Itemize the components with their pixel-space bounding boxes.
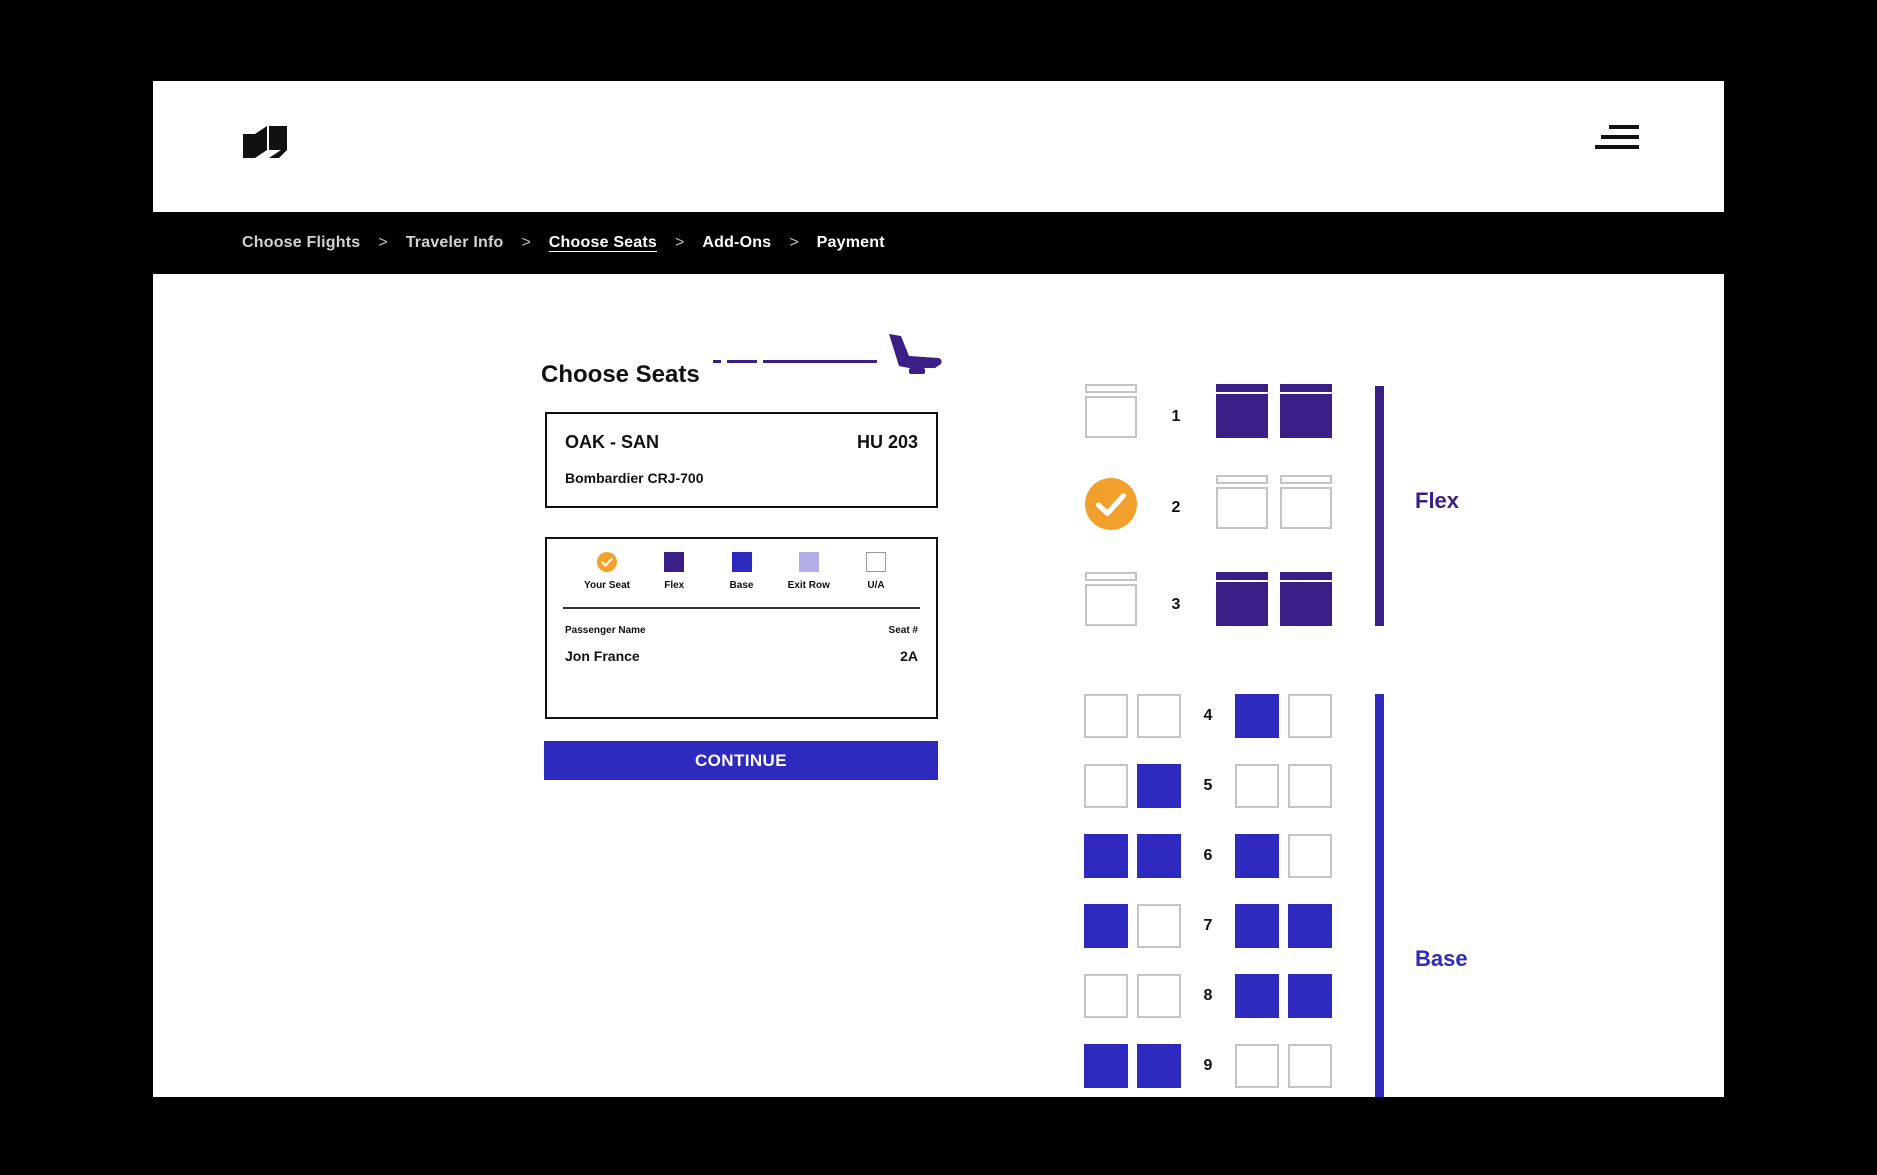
flight-route: OAK - SAN xyxy=(565,432,659,452)
seat-1-1-unavailable xyxy=(1085,384,1137,438)
seat-2-2-unavailable xyxy=(1216,475,1268,529)
legend-item-u-a: U/A xyxy=(846,551,906,607)
breadcrumb-choose-seats[interactable]: Choose Seats xyxy=(549,234,657,252)
seat-6-4-unavailable xyxy=(1288,834,1332,878)
seat-legend-card: Your Seat Flex Base Exit Row U/A Passenger N… xyxy=(545,537,938,719)
check-circle-icon xyxy=(597,552,617,572)
seat-7-4-base[interactable] xyxy=(1288,904,1332,948)
legend-item-exit-row: Exit Row xyxy=(779,551,839,607)
legend-label: Exit Row xyxy=(787,580,830,591)
seat-2-1-selected[interactable] xyxy=(1085,478,1137,530)
legend-item-your-seat: Your Seat xyxy=(577,551,637,607)
flex-section-bar xyxy=(1375,386,1384,626)
legend-label: Flex xyxy=(664,580,685,591)
seat-5-2-base[interactable] xyxy=(1137,764,1181,808)
legend-swatch-u-a xyxy=(866,552,886,572)
legend-label: Your Seat xyxy=(584,580,630,591)
flex-section-label: Flex xyxy=(1415,488,1460,513)
seat-5-4-unavailable xyxy=(1288,764,1332,808)
seat-3-3-flex[interactable] xyxy=(1280,572,1332,626)
seat-8-4-base[interactable] xyxy=(1288,974,1332,1018)
row-number-8: 8 xyxy=(1203,987,1213,1004)
seat-legend: Your Seat Flex Base Exit Row U/A xyxy=(563,551,920,609)
seat-8-1-unavailable xyxy=(1084,974,1128,1018)
row-number-9: 9 xyxy=(1203,1057,1213,1074)
seat-3-2-flex[interactable] xyxy=(1216,572,1268,626)
breadcrumb-separator: > xyxy=(378,234,388,251)
seat-4-4-unavailable xyxy=(1288,694,1332,738)
legend-swatch-base xyxy=(731,552,752,572)
row-number-1: 1 xyxy=(1171,408,1181,425)
seat-8-2-unavailable xyxy=(1137,974,1181,1018)
legend-item-base: Base xyxy=(712,551,772,607)
seat-9-2-base[interactable] xyxy=(1137,1044,1181,1088)
seat-7-1-base[interactable] xyxy=(1084,904,1128,948)
passenger-table-header: Passenger Name Seat # xyxy=(565,625,918,636)
main-content: Choose Seats OAK - SAN HU 203 Bombardier… xyxy=(153,274,1724,1097)
seat-6-1-base[interactable] xyxy=(1084,834,1128,878)
breadcrumb: Choose Flights > Traveler Info > Choose Seat… xyxy=(153,212,1724,274)
base-section-label: Base xyxy=(1415,946,1468,971)
seat-6-3-base[interactable] xyxy=(1235,834,1279,878)
breadcrumb-choose-flights[interactable]: Choose Flights xyxy=(242,234,360,252)
seat-1-2-flex[interactable] xyxy=(1216,384,1268,438)
hamburger-menu-icon[interactable] xyxy=(1595,123,1639,155)
seat-1-3-flex[interactable] xyxy=(1280,384,1332,438)
passenger-name-header: Passenger Name xyxy=(565,625,646,636)
passenger-name: Jon France xyxy=(565,648,640,664)
row-number-4: 4 xyxy=(1203,707,1213,724)
breadcrumb-traveler-info[interactable]: Traveler Info xyxy=(406,234,504,252)
brand-logo-icon[interactable] xyxy=(241,124,287,158)
seat-8-3-base[interactable] xyxy=(1235,974,1279,1018)
breadcrumb-separator: > xyxy=(675,234,685,251)
seat-3-1-unavailable xyxy=(1085,572,1137,626)
seat-7-3-base[interactable] xyxy=(1235,904,1279,948)
legend-swatch-exit-row xyxy=(798,552,819,572)
breadcrumb-payment[interactable]: Payment xyxy=(817,234,885,252)
row-number-5: 5 xyxy=(1203,777,1213,794)
seat-4-1-unavailable xyxy=(1084,694,1128,738)
breadcrumb-separator: > xyxy=(521,234,531,251)
top-header xyxy=(153,81,1724,212)
legend-label: Base xyxy=(729,580,754,591)
seat-number-header: Seat # xyxy=(888,625,918,636)
seat-4-2-unavailable xyxy=(1137,694,1181,738)
seat-9-3-unavailable xyxy=(1235,1044,1279,1088)
base-section-bar xyxy=(1375,694,1384,1097)
flight-summary-card: OAK - SAN HU 203 Bombardier CRJ-700 xyxy=(545,412,938,508)
seat-9-4-unavailable xyxy=(1288,1044,1332,1088)
legend-swatch-flex xyxy=(664,552,685,572)
aircraft-type: Bombardier CRJ-700 xyxy=(565,470,704,486)
seat-7-2-unavailable xyxy=(1137,904,1181,948)
legend-label: U/A xyxy=(867,580,885,591)
row-number-7: 7 xyxy=(1203,917,1213,934)
flight-number: HU 203 xyxy=(856,432,918,452)
passenger-seat: 2A xyxy=(900,648,918,664)
passenger-row: Jon France 2A xyxy=(565,648,918,664)
row-number-3: 3 xyxy=(1171,596,1181,613)
seat-6-2-base[interactable] xyxy=(1137,834,1181,878)
seat-5-1-unavailable xyxy=(1084,764,1128,808)
row-number-6: 6 xyxy=(1203,847,1213,864)
seat-5-3-unavailable xyxy=(1235,764,1279,808)
row-number-2: 2 xyxy=(1171,499,1181,516)
seat-2-3-unavailable xyxy=(1280,475,1332,529)
page-title: Choose Seats xyxy=(541,361,700,388)
breadcrumb-separator: > xyxy=(789,234,799,251)
seat-4-3-base[interactable] xyxy=(1235,694,1279,738)
legend-item-flex: Flex xyxy=(644,551,704,607)
seat-9-1-base[interactable] xyxy=(1084,1044,1128,1088)
app-frame: Choose Flights > Traveler Info > Choose Seat… xyxy=(153,81,1724,1097)
breadcrumb-add-ons[interactable]: Add-Ons xyxy=(702,234,771,252)
continue-button[interactable]: CONTINUE xyxy=(544,741,938,780)
airplane-seat-icon xyxy=(713,334,942,374)
